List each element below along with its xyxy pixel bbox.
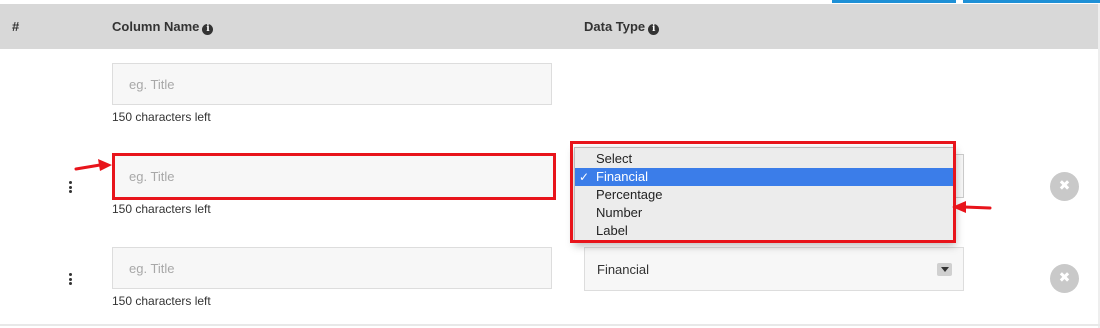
characters-left-text: 150 characters left	[112, 202, 211, 216]
data-type-value: Financial	[597, 262, 650, 277]
remove-row-icon[interactable]: ✖	[1050, 172, 1079, 201]
header-data-type-label: Data Type	[584, 19, 646, 34]
table-header: # Column Name i Data Type i	[0, 4, 1100, 49]
info-icon[interactable]: i	[202, 24, 214, 35]
data-type-select[interactable]: Financial	[584, 247, 964, 291]
header-column-name: Column Name i	[112, 19, 214, 35]
remove-row-icon[interactable]: ✖	[1050, 264, 1079, 293]
info-icon[interactable]: i	[648, 24, 660, 35]
drag-handle-icon[interactable]	[69, 273, 73, 287]
drag-handle-icon[interactable]	[69, 181, 73, 195]
header-hash: #	[12, 19, 20, 34]
column-name-input[interactable]	[112, 153, 556, 200]
dropdown-arrow-icon	[937, 263, 952, 276]
highlight-box	[570, 141, 956, 243]
column-name-input[interactable]	[112, 63, 552, 105]
annotation-arrow-icon	[952, 201, 992, 213]
top-tab-indicator	[832, 0, 956, 3]
characters-left-text: 150 characters left	[112, 110, 211, 124]
annotation-arrow-icon	[74, 159, 112, 171]
characters-left-text: 150 characters left	[112, 294, 211, 308]
header-column-name-label: Column Name	[112, 19, 200, 34]
table-border	[0, 324, 1100, 326]
header-data-type: Data Type i	[584, 19, 660, 35]
top-tab-indicator	[963, 0, 1100, 3]
column-name-input[interactable]	[112, 247, 552, 289]
